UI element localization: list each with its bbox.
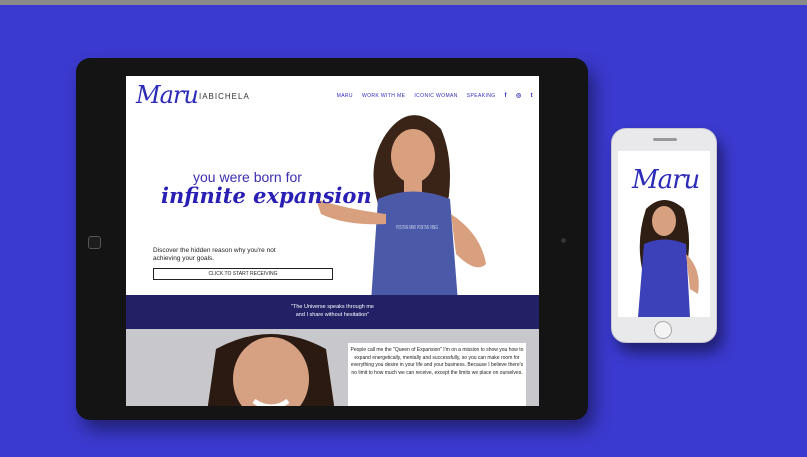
hero-discover-text: Discover the hidden reason why you're no… bbox=[153, 247, 276, 262]
instagram-icon[interactable]: ◎ bbox=[516, 92, 522, 99]
tablet-device: Maru IABICHELA MARU WORK WITH ME ICONIC … bbox=[76, 58, 588, 420]
nav-item-maru[interactable]: MARU bbox=[337, 93, 353, 99]
phone-woman-photo bbox=[638, 200, 699, 317]
tablet-screen: Maru IABICHELA MARU WORK WITH ME ICONIC … bbox=[126, 76, 539, 406]
facebook-icon[interactable]: f bbox=[505, 93, 507, 99]
about-text: People call me the "Queen of Expansion" … bbox=[348, 343, 526, 406]
tablet-camera bbox=[561, 238, 566, 243]
about-woman-photo bbox=[207, 334, 335, 406]
twitter-icon[interactable]: t bbox=[531, 93, 533, 99]
nav-item-work-with-me[interactable]: WORK WITH ME bbox=[362, 93, 405, 99]
shirt-print: POSITIVE MIND POSITIVE VIBES bbox=[396, 225, 438, 231]
hero-headline: infinite expansion bbox=[161, 183, 372, 208]
about-section: People call me the "Queen of Expansion" … bbox=[126, 329, 539, 406]
quote-band: "The Universe speaks through me and I sh… bbox=[126, 295, 539, 329]
phone-screen: Maru bbox=[618, 151, 710, 317]
top-strip bbox=[0, 0, 807, 5]
tablet-home-button[interactable] bbox=[88, 236, 101, 249]
site-nav: MARU WORK WITH ME ICONIC WOMAN SPEAKING … bbox=[337, 92, 533, 100]
phone-device: Maru bbox=[611, 128, 717, 343]
phone-site-logo[interactable]: Maru bbox=[632, 165, 700, 195]
site-logo-surname: IABICHELA bbox=[199, 92, 250, 101]
phone-speaker bbox=[653, 138, 677, 141]
site-logo[interactable]: Maru bbox=[136, 81, 199, 109]
phone-home-button[interactable] bbox=[654, 321, 672, 339]
quote-line-2: and I share without hesitation" bbox=[295, 312, 370, 318]
quote-line-1: "The Universe speaks through me bbox=[291, 304, 374, 310]
nav-item-speaking[interactable]: SPEAKING bbox=[467, 93, 496, 99]
nav-item-iconic-woman[interactable]: ICONIC WOMAN bbox=[414, 93, 457, 99]
start-receiving-button[interactable]: CLICK TO START RECEIVING bbox=[153, 268, 333, 280]
